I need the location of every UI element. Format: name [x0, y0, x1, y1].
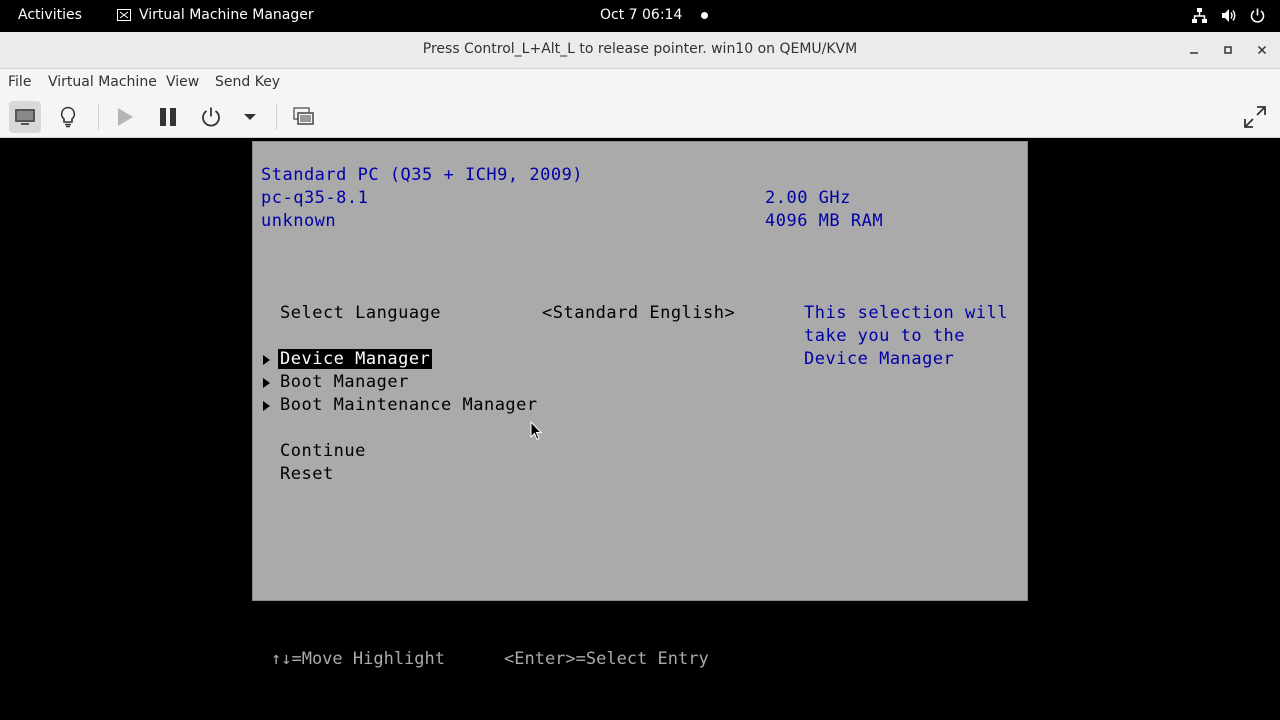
help-text-line: This selection will: [804, 303, 1008, 323]
gnome-top-bar: Activities Virtual Machine Manager Oct 7…: [0, 0, 1280, 32]
run-icon: [118, 108, 133, 126]
menu-view[interactable]: View: [166, 74, 199, 90]
select-language-label[interactable]: Select Language: [280, 303, 441, 323]
app-name-label: Virtual Machine Manager: [139, 7, 314, 23]
toolbar-separator: [98, 104, 99, 130]
menu-bar: File Virtual Machine View Send Key: [0, 69, 1280, 96]
menu-item-continue[interactable]: Continue: [280, 441, 366, 461]
network-icon[interactable]: [1191, 7, 1208, 24]
details-bulb-icon: [60, 106, 76, 128]
footer-select-hint: <Enter>=Select Entry: [504, 649, 709, 669]
cpu-speed: 2.00 GHz: [765, 188, 851, 208]
submenu-arrow-icon: [263, 355, 270, 365]
footer-move-hint: ↑↓=Move Highlight: [271, 649, 445, 669]
help-text-line: Device Manager: [804, 349, 955, 369]
fullscreen-button[interactable]: [1239, 101, 1271, 133]
snapshots-button[interactable]: [288, 101, 320, 133]
virt-manager-app-icon: [117, 9, 131, 21]
pause-icon: [160, 108, 176, 126]
shutdown-icon: [202, 107, 220, 127]
maximize-icon: [1224, 46, 1232, 54]
menu-item-reset[interactable]: Reset: [280, 464, 334, 484]
system-tray[interactable]: [1191, 7, 1266, 24]
toolbar-separator: [276, 104, 277, 130]
console-button[interactable]: [9, 101, 41, 133]
vm-console-display[interactable]: Standard PC (Q35 + ICH9, 2009) pc-q35-8.…: [0, 139, 1280, 720]
submenu-arrow-icon: [263, 378, 270, 388]
menu-item-boot-maintenance-manager[interactable]: Boot Maintenance Manager: [280, 395, 538, 415]
minimize-icon: [1190, 52, 1198, 54]
shutdown-menu-chevron-icon: [244, 114, 256, 120]
machine-type: pc-q35-8.1: [261, 188, 369, 208]
menu-file[interactable]: File: [8, 74, 31, 90]
ram-size: 4096 MB RAM: [765, 211, 884, 231]
window-title-bar: Press Control_L+Alt_L to release pointer…: [0, 32, 1280, 69]
pause-button[interactable]: [152, 101, 184, 133]
console-icon: [15, 109, 35, 125]
maximize-button[interactable]: [1218, 40, 1238, 60]
details-button[interactable]: [52, 101, 84, 133]
close-button[interactable]: [1252, 40, 1272, 60]
app-menu[interactable]: Virtual Machine Manager: [117, 7, 314, 23]
menu-send-key[interactable]: Send Key: [215, 74, 280, 90]
close-icon: [1257, 45, 1267, 55]
help-text-line: take you to the: [804, 326, 966, 346]
clock[interactable]: Oct 7 06:14: [600, 7, 682, 23]
shutdown-button[interactable]: [195, 101, 227, 133]
menu-item-device-manager[interactable]: Device Manager: [278, 349, 433, 369]
volume-icon[interactable]: [1220, 7, 1237, 24]
firmware-version: unknown: [261, 211, 337, 231]
machine-name: Standard PC (Q35 + ICH9, 2009): [261, 165, 584, 185]
fullscreen-icon: [1244, 106, 1266, 128]
menu-item-boot-manager[interactable]: Boot Manager: [280, 372, 409, 392]
activities-button[interactable]: Activities: [18, 7, 82, 23]
minimize-button[interactable]: [1184, 40, 1204, 60]
window-title: Press Control_L+Alt_L to release pointer…: [422, 41, 858, 57]
submenu-arrow-icon: [263, 401, 270, 411]
toolbar: [0, 96, 1280, 138]
snapshots-icon: [293, 107, 314, 125]
notification-dot-icon: [701, 12, 708, 19]
run-button[interactable]: [109, 101, 141, 133]
language-value[interactable]: <Standard English>: [542, 303, 735, 323]
uefi-setup-screen: Standard PC (Q35 + ICH9, 2009) pc-q35-8.…: [252, 141, 1028, 601]
shutdown-menu-button[interactable]: [234, 101, 266, 133]
menu-virtual-machine[interactable]: Virtual Machine: [48, 74, 157, 90]
power-icon[interactable]: [1249, 7, 1266, 24]
mouse-pointer-icon: [530, 421, 542, 441]
